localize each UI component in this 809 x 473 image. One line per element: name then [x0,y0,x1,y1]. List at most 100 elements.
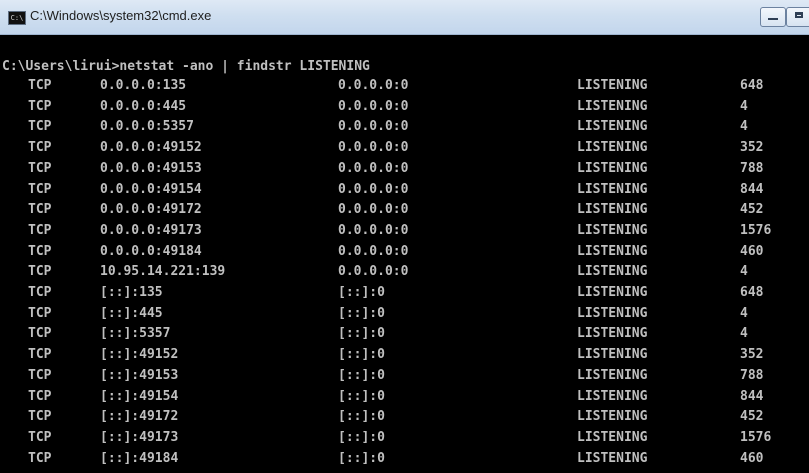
cmd-window: C:\ C:\Windows\system32\cmd.exe C:\Users… [0,0,809,473]
state-cell: LISTENING [577,78,648,93]
foreign-address-cell: [::]:0 [338,326,385,342]
protocol-cell: TCP [28,450,52,466]
state-cell: LISTENING [577,388,648,404]
local-address-cell: [::]:49184 [100,450,179,466]
pid-cell: 4 [740,98,748,114]
state-cell: LISTENING [577,409,648,425]
protocol-cell: TCP [28,119,52,135]
pid-cell: 4 [740,119,748,135]
netstat-row: TCP 10.95.14.221:139 0.0.0.0:0 LISTENING 4 [0,264,809,280]
local-address-cell: [::]:135 [100,285,163,300]
netstat-row: TCP 0.0.0.0:5357 0.0.0.0:0 LISTENING 4 [0,119,809,135]
pid-cell: 4 [740,264,748,280]
state-cell: LISTENING [577,264,648,280]
minimize-icon [768,18,778,20]
command-prompt-line: C:\Users\lirui>netstat -ano | findstr LI… [2,59,370,74]
state-cell: LISTENING [577,202,648,218]
maximize-button[interactable] [786,7,809,27]
netstat-row: TCP 0.0.0.0:49153 0.0.0.0:0 LISTENING 788 [0,161,809,177]
netstat-row: TCP 0.0.0.0:49172 0.0.0.0:0 LISTENING 452 [0,202,809,218]
protocol-cell: TCP [28,409,52,425]
state-cell: LISTENING [577,285,648,300]
netstat-row: TCP 0.0.0.0:49173 0.0.0.0:0 LISTENING 1576 [0,223,809,239]
foreign-address-cell: 0.0.0.0:0 [338,181,409,197]
minimize-button[interactable] [760,7,786,27]
foreign-address-cell: 0.0.0.0:0 [338,222,409,238]
pid-cell: 352 [740,347,764,363]
netstat-row: TCP 0.0.0.0:49154 0.0.0.0:0 LISTENING 844 [0,182,809,198]
local-address-cell: [::]:445 [100,305,163,321]
maximize-icon [795,12,803,18]
foreign-address-cell: 0.0.0.0:0 [338,264,409,280]
state-cell: LISTENING [577,429,648,445]
state-cell: LISTENING [577,367,648,383]
protocol-cell: TCP [28,222,52,238]
state-cell: LISTENING [577,98,648,114]
netstat-row: TCP [::]:5357 [::]:0 LISTENING 4 [0,326,809,342]
netstat-row: TCP 0.0.0.0:49184 0.0.0.0:0 LISTENING 460 [0,244,809,260]
protocol-cell: TCP [28,326,52,342]
local-address-cell: 0.0.0.0:5357 [100,119,194,135]
pid-cell: 452 [740,409,764,425]
pid-cell: 352 [740,140,764,156]
pid-cell: 844 [740,181,764,197]
local-address-cell: 0.0.0.0:135 [100,78,187,93]
protocol-cell: TCP [28,388,52,404]
state-cell: LISTENING [577,326,648,342]
pid-cell: 1576 [740,429,772,445]
protocol-cell: TCP [28,202,52,218]
protocol-cell: TCP [28,264,52,280]
netstat-row: TCP [::]:49152 [::]:0 LISTENING 352 [0,347,809,363]
state-cell: LISTENING [577,450,648,466]
foreign-address-cell: 0.0.0.0:0 [338,98,409,114]
state-cell: LISTENING [577,140,648,156]
pid-cell: 844 [740,388,764,404]
state-cell: LISTENING [577,181,648,197]
pid-cell: 788 [740,367,764,383]
pid-cell: 460 [740,450,764,466]
netstat-row: TCP 0.0.0.0:49152 0.0.0.0:0 LISTENING 352 [0,140,809,156]
foreign-address-cell: 0.0.0.0:0 [338,119,409,135]
protocol-cell: TCP [28,347,52,363]
netstat-row: TCP [::]:445 [::]:0 LISTENING 4 [0,306,809,322]
pid-cell: 460 [740,243,764,259]
console-output[interactable]: C:\Users\lirui>netstat -ano | findstr LI… [0,35,809,473]
local-address-cell: 0.0.0.0:49172 [100,202,202,218]
protocol-cell: TCP [28,429,52,445]
local-address-cell: [::]:49153 [100,367,179,383]
pid-cell: 452 [740,202,764,218]
foreign-address-cell: [::]:0 [338,285,385,300]
window-title: C:\Windows\system32\cmd.exe [30,8,212,23]
state-cell: LISTENING [577,243,648,259]
foreign-address-cell: 0.0.0.0:0 [338,140,409,156]
netstat-row: TCP [::]:49154 [::]:0 LISTENING 844 [0,389,809,405]
local-address-cell: 0.0.0.0:49152 [100,140,202,156]
local-address-cell: 0.0.0.0:49153 [100,160,202,176]
protocol-cell: TCP [28,78,52,93]
foreign-address-cell: [::]:0 [338,409,385,425]
cmd-app-icon[interactable]: C:\ [8,11,26,25]
protocol-cell: TCP [28,305,52,321]
foreign-address-cell: 0.0.0.0:0 [338,202,409,218]
foreign-address-cell: 0.0.0.0:0 [338,243,409,259]
netstat-row: TCP [::]:49173 [::]:0 LISTENING 1576 [0,430,809,446]
pid-cell: 648 [740,78,764,93]
pid-cell: 4 [740,326,748,342]
netstat-row: TCP [::]:49172 [::]:0 LISTENING 452 [0,409,809,425]
local-address-cell: 0.0.0.0:445 [100,98,187,114]
foreign-address-cell: [::]:0 [338,305,385,321]
local-address-cell: [::]:49154 [100,388,179,404]
local-address-cell: 0.0.0.0:49184 [100,243,202,259]
protocol-cell: TCP [28,243,52,259]
protocol-cell: TCP [28,285,52,300]
local-address-cell: [::]:5357 [100,326,171,342]
title-bar[interactable]: C:\ C:\Windows\system32\cmd.exe [0,0,809,35]
netstat-row: TCP [::]:49153 [::]:0 LISTENING 788 [0,368,809,384]
foreign-address-cell: [::]:0 [338,347,385,363]
local-address-cell: 0.0.0.0:49154 [100,181,202,197]
protocol-cell: TCP [28,181,52,197]
state-cell: LISTENING [577,160,648,176]
foreign-address-cell: [::]:0 [338,450,385,466]
foreign-address-cell: 0.0.0.0:0 [338,160,409,176]
pid-cell: 648 [740,285,764,300]
